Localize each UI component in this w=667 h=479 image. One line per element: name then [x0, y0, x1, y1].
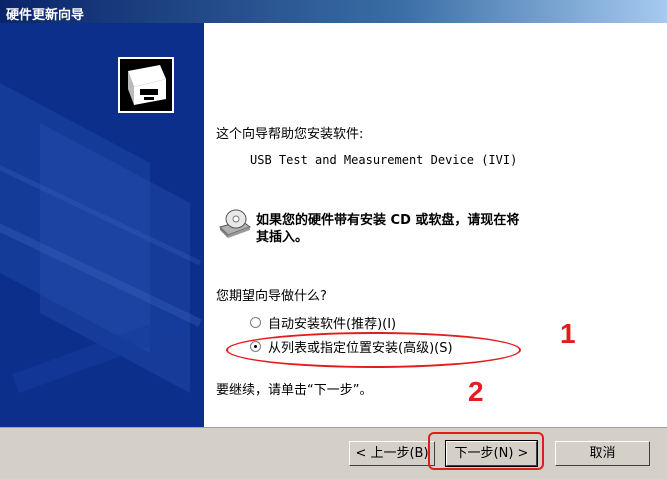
- device-name: USB Test and Measurement Device (IVI): [250, 153, 518, 167]
- wizard-banner: [0, 23, 204, 427]
- annotation-rectangle: [428, 432, 544, 470]
- hardware-icon: [118, 57, 174, 113]
- cd-hint-line2: 其插入。: [256, 230, 309, 245]
- button-bar: < 上一步(B) 下一步(N) > 取消: [0, 427, 667, 479]
- window-title: 硬件更新向导: [6, 8, 85, 23]
- annotation-mark-2: 2: [468, 376, 484, 407]
- wizard-content: 这个向导帮助您安装软件: USB Test and Measurement De…: [204, 23, 667, 427]
- cancel-button[interactable]: 取消: [555, 441, 650, 466]
- intro-text: 这个向导帮助您安装软件:: [216, 127, 364, 142]
- radio-auto-install[interactable]: [250, 317, 261, 328]
- annotation-mark-1: 1: [560, 318, 576, 349]
- cd-icon: [218, 207, 252, 239]
- annotation-ellipse: [226, 332, 521, 368]
- question-text: 您期望向导做什么?: [216, 289, 327, 304]
- title-bar: 硬件更新向导: [0, 0, 667, 23]
- back-button[interactable]: < 上一步(B): [349, 441, 435, 466]
- option-auto-label[interactable]: 自动安装软件(推荐)(I): [268, 313, 396, 332]
- continue-text: 要继续，请单击“下一步”。: [216, 383, 373, 398]
- wizard-window: 硬件更新向导 这个向导帮助您安装软件: USB Test and Measure…: [0, 0, 667, 479]
